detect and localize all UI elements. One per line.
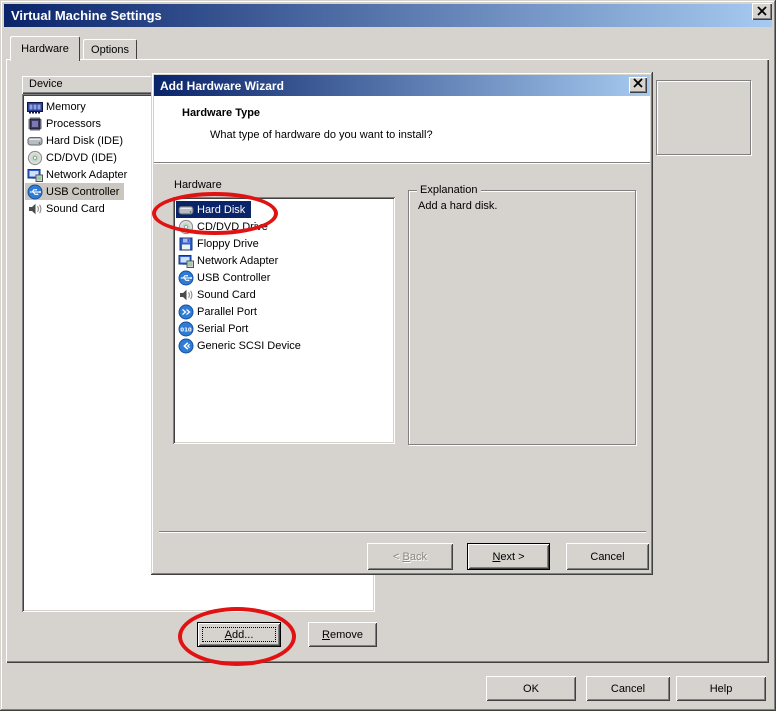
usb-icon: [178, 270, 194, 286]
help-button[interactable]: Help: [676, 676, 766, 701]
hardware-list-item[interactable]: Generic SCSI Device: [173, 337, 395, 354]
ok-button-label: OK: [523, 683, 539, 695]
hard-disk-icon: [27, 133, 43, 149]
explanation-groupbox: Explanation Add a hard disk.: [408, 190, 636, 445]
window-title: Virtual Machine Settings: [11, 8, 162, 23]
next-button-label: Next >: [492, 551, 524, 563]
add-hardware-wizard-dialog: Add Hardware Wizard Hardware Type What t…: [151, 72, 653, 575]
hardware-list-item[interactable]: CD/DVD Drive: [173, 218, 395, 235]
svg-text:010: 010: [180, 327, 192, 333]
wizard-header-divider: [154, 162, 650, 164]
cd-icon: [178, 219, 194, 235]
hard-disk-icon: [178, 202, 194, 218]
wizard-header: Hardware Type What type of hardware do y…: [154, 96, 650, 162]
hardware-list-item[interactable]: Floppy Drive: [173, 235, 395, 252]
usb-icon: [27, 184, 43, 200]
ok-button[interactable]: OK: [486, 676, 576, 701]
back-button-label: < Back: [393, 551, 427, 563]
hardware-type-list[interactable]: Hard Disk CD/DVD Drive Floppy Drive: [173, 197, 395, 444]
device-column-header-label: Device: [29, 78, 63, 90]
wizard-titlebar[interactable]: Add Hardware Wizard: [154, 75, 650, 96]
next-button[interactable]: Next >: [467, 543, 550, 570]
processor-icon: [27, 116, 43, 132]
wizard-subheading: What type of hardware do you want to ins…: [210, 129, 433, 141]
hardware-list-label: Hardware: [174, 179, 222, 191]
parallel-icon: [178, 304, 194, 320]
remove-button-label: Remove: [322, 629, 363, 641]
network-icon: [27, 167, 43, 183]
remove-button[interactable]: Remove: [308, 622, 377, 647]
hardware-list-item[interactable]: Sound Card: [173, 286, 395, 303]
close-button[interactable]: [752, 3, 772, 20]
tab-options[interactable]: Options: [83, 39, 137, 61]
cancel-button-label: Cancel: [611, 683, 645, 695]
floppy-icon: [178, 236, 194, 252]
add-button-label: Add...: [225, 629, 254, 641]
hardware-list-item[interactable]: Network Adapter: [173, 252, 395, 269]
wizard-cancel-button-label: Cancel: [590, 551, 624, 563]
window-titlebar[interactable]: Virtual Machine Settings: [4, 4, 772, 27]
sound-icon: [178, 287, 194, 303]
wizard-close-button[interactable]: [629, 77, 647, 93]
explanation-legend: Explanation: [417, 183, 481, 197]
cd-icon: [27, 150, 43, 166]
add-button[interactable]: Add...: [197, 622, 281, 647]
wizard-title: Add Hardware Wizard: [160, 79, 284, 93]
hardware-list-item[interactable]: USB Controller: [173, 269, 395, 286]
close-icon: [756, 6, 768, 17]
tab-hardware-label: Hardware: [21, 43, 69, 55]
tab-options-label: Options: [91, 44, 129, 56]
wizard-heading: Hardware Type: [182, 107, 260, 119]
wizard-button-separator: [159, 531, 646, 533]
close-icon: [632, 78, 644, 92]
virtual-machine-settings-window: Virtual Machine Settings Hardware Option…: [0, 0, 776, 711]
hardware-list-item[interactable]: Hard Disk: [173, 201, 395, 218]
scsi-icon: [178, 338, 194, 354]
network-icon: [178, 253, 194, 269]
memory-icon: [27, 99, 43, 115]
tab-hardware[interactable]: Hardware: [10, 36, 80, 61]
help-button-label: Help: [710, 683, 733, 695]
explanation-text: Add a hard disk.: [418, 200, 498, 212]
cancel-button[interactable]: Cancel: [586, 676, 670, 701]
device-status-groupbox: [656, 80, 751, 155]
sound-icon: [27, 201, 43, 217]
wizard-cancel-button[interactable]: Cancel: [566, 543, 649, 570]
hardware-list-item[interactable]: 010 Serial Port: [173, 320, 395, 337]
serial-icon: 010: [178, 321, 194, 337]
back-button[interactable]: < Back: [367, 543, 453, 570]
hardware-list-item[interactable]: Parallel Port: [173, 303, 395, 320]
